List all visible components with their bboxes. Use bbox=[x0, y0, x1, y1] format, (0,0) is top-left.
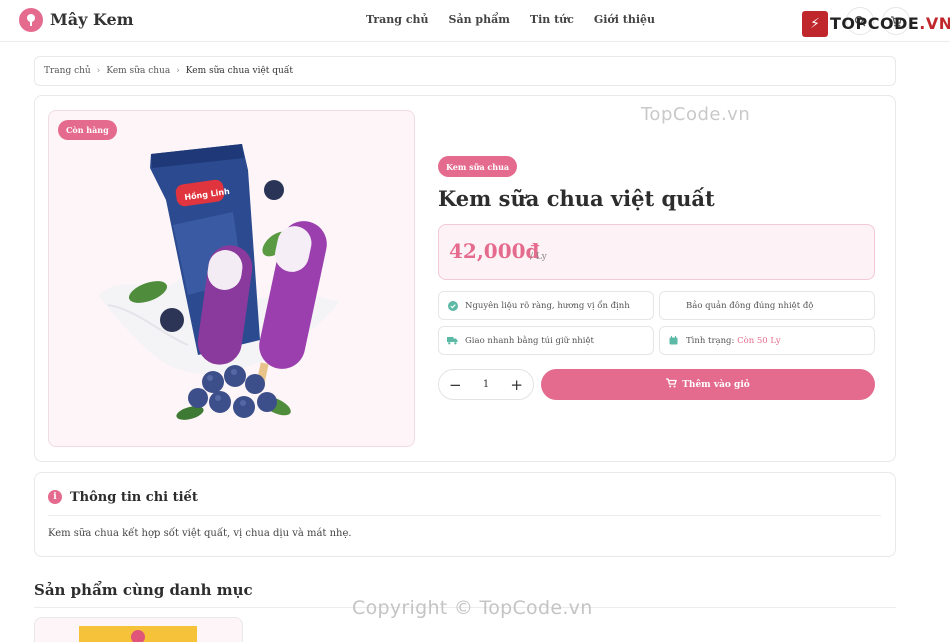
related-product-image[interactable] bbox=[79, 626, 197, 642]
logo-icon[interactable] bbox=[19, 8, 43, 32]
nav-item-about[interactable]: Giới thiệu bbox=[594, 13, 655, 26]
truck-icon bbox=[447, 335, 458, 346]
product-image[interactable]: Hồng Linh bbox=[48, 110, 415, 447]
breadcrumb-home[interactable]: Trang chủ bbox=[44, 66, 91, 76]
increase-quantity-button[interactable]: + bbox=[510, 376, 523, 394]
feature-text: Nguyên liệu rõ ràng, hương vị ổn định bbox=[465, 300, 630, 311]
feature-storage: Bảo quản đông đúng nhiệt độ bbox=[659, 291, 875, 320]
details-description: Kem sữa chua kết hợp sốt việt quất, vị c… bbox=[48, 528, 352, 539]
add-to-cart-button[interactable]: Thêm vào giỏ bbox=[541, 369, 875, 400]
info-icon: i bbox=[48, 490, 62, 504]
category-badge[interactable]: Kem sữa chua bbox=[438, 156, 518, 177]
stock-badge: Còn hàng bbox=[58, 120, 117, 140]
chevron-right-icon: › bbox=[176, 66, 180, 76]
feature-text: Bảo quản đông đúng nhiệt độ bbox=[686, 300, 814, 311]
check-circle-icon bbox=[447, 300, 458, 311]
quantity-stepper: − 1 + bbox=[438, 369, 534, 400]
quantity-input[interactable]: 1 bbox=[483, 379, 489, 390]
nav-item-home[interactable]: Trang chủ bbox=[366, 13, 429, 26]
breadcrumb-current: Kem sữa chua việt quất bbox=[185, 66, 293, 76]
feature-stock: Tình trạng: Còn 50 Ly bbox=[659, 326, 875, 355]
snowflake-icon bbox=[668, 300, 679, 311]
related-title: Sản phẩm cùng danh mục bbox=[34, 581, 253, 599]
divider bbox=[48, 515, 881, 516]
feature-ingredients: Nguyên liệu rõ ràng, hương vị ổn định bbox=[438, 291, 654, 320]
product-title: Kem sữa chua việt quất bbox=[438, 186, 715, 211]
add-to-cart-label: Thêm vào giỏ bbox=[682, 379, 750, 390]
details-title: Thông tin chi tiết bbox=[70, 490, 198, 505]
main-nav: Trang chủ Sản phẩm Tin tức Giới thiệu bbox=[366, 13, 655, 26]
topcode-logo-icon: ⚡ bbox=[802, 11, 828, 37]
topcode-brand: TOPCODE.VN bbox=[830, 14, 950, 33]
logo-text[interactable]: Mây Kem bbox=[50, 10, 134, 29]
price-unit: / Ly bbox=[530, 252, 547, 262]
cart-icon bbox=[666, 378, 678, 391]
watermark-text: TopCode.vn bbox=[641, 104, 751, 125]
stock-label: Tình trạng: bbox=[686, 335, 735, 346]
breadcrumb: Trang chủ › Kem sữa chua › Kem sữa chua … bbox=[34, 56, 896, 86]
copyright-watermark: Copyright © TopCode.vn bbox=[352, 597, 593, 619]
product-price: 42,000đ bbox=[449, 239, 540, 263]
feature-delivery: Giao nhanh bằng túi giữ nhiệt bbox=[438, 326, 654, 355]
breadcrumb-category[interactable]: Kem sữa chua bbox=[106, 66, 170, 76]
related-product-card[interactable] bbox=[34, 617, 243, 642]
box-icon bbox=[668, 335, 679, 346]
chevron-right-icon: › bbox=[96, 66, 101, 76]
decrease-quantity-button[interactable]: − bbox=[449, 376, 462, 394]
nav-item-products[interactable]: Sản phẩm bbox=[449, 13, 510, 26]
nav-item-news[interactable]: Tin tức bbox=[530, 13, 574, 26]
feature-text: Giao nhanh bằng túi giữ nhiệt bbox=[465, 335, 594, 346]
stock-value: Còn 50 Ly bbox=[737, 335, 781, 346]
site-header: Mây Kem Trang chủ Sản phẩm Tin tức Giới … bbox=[0, 0, 950, 42]
